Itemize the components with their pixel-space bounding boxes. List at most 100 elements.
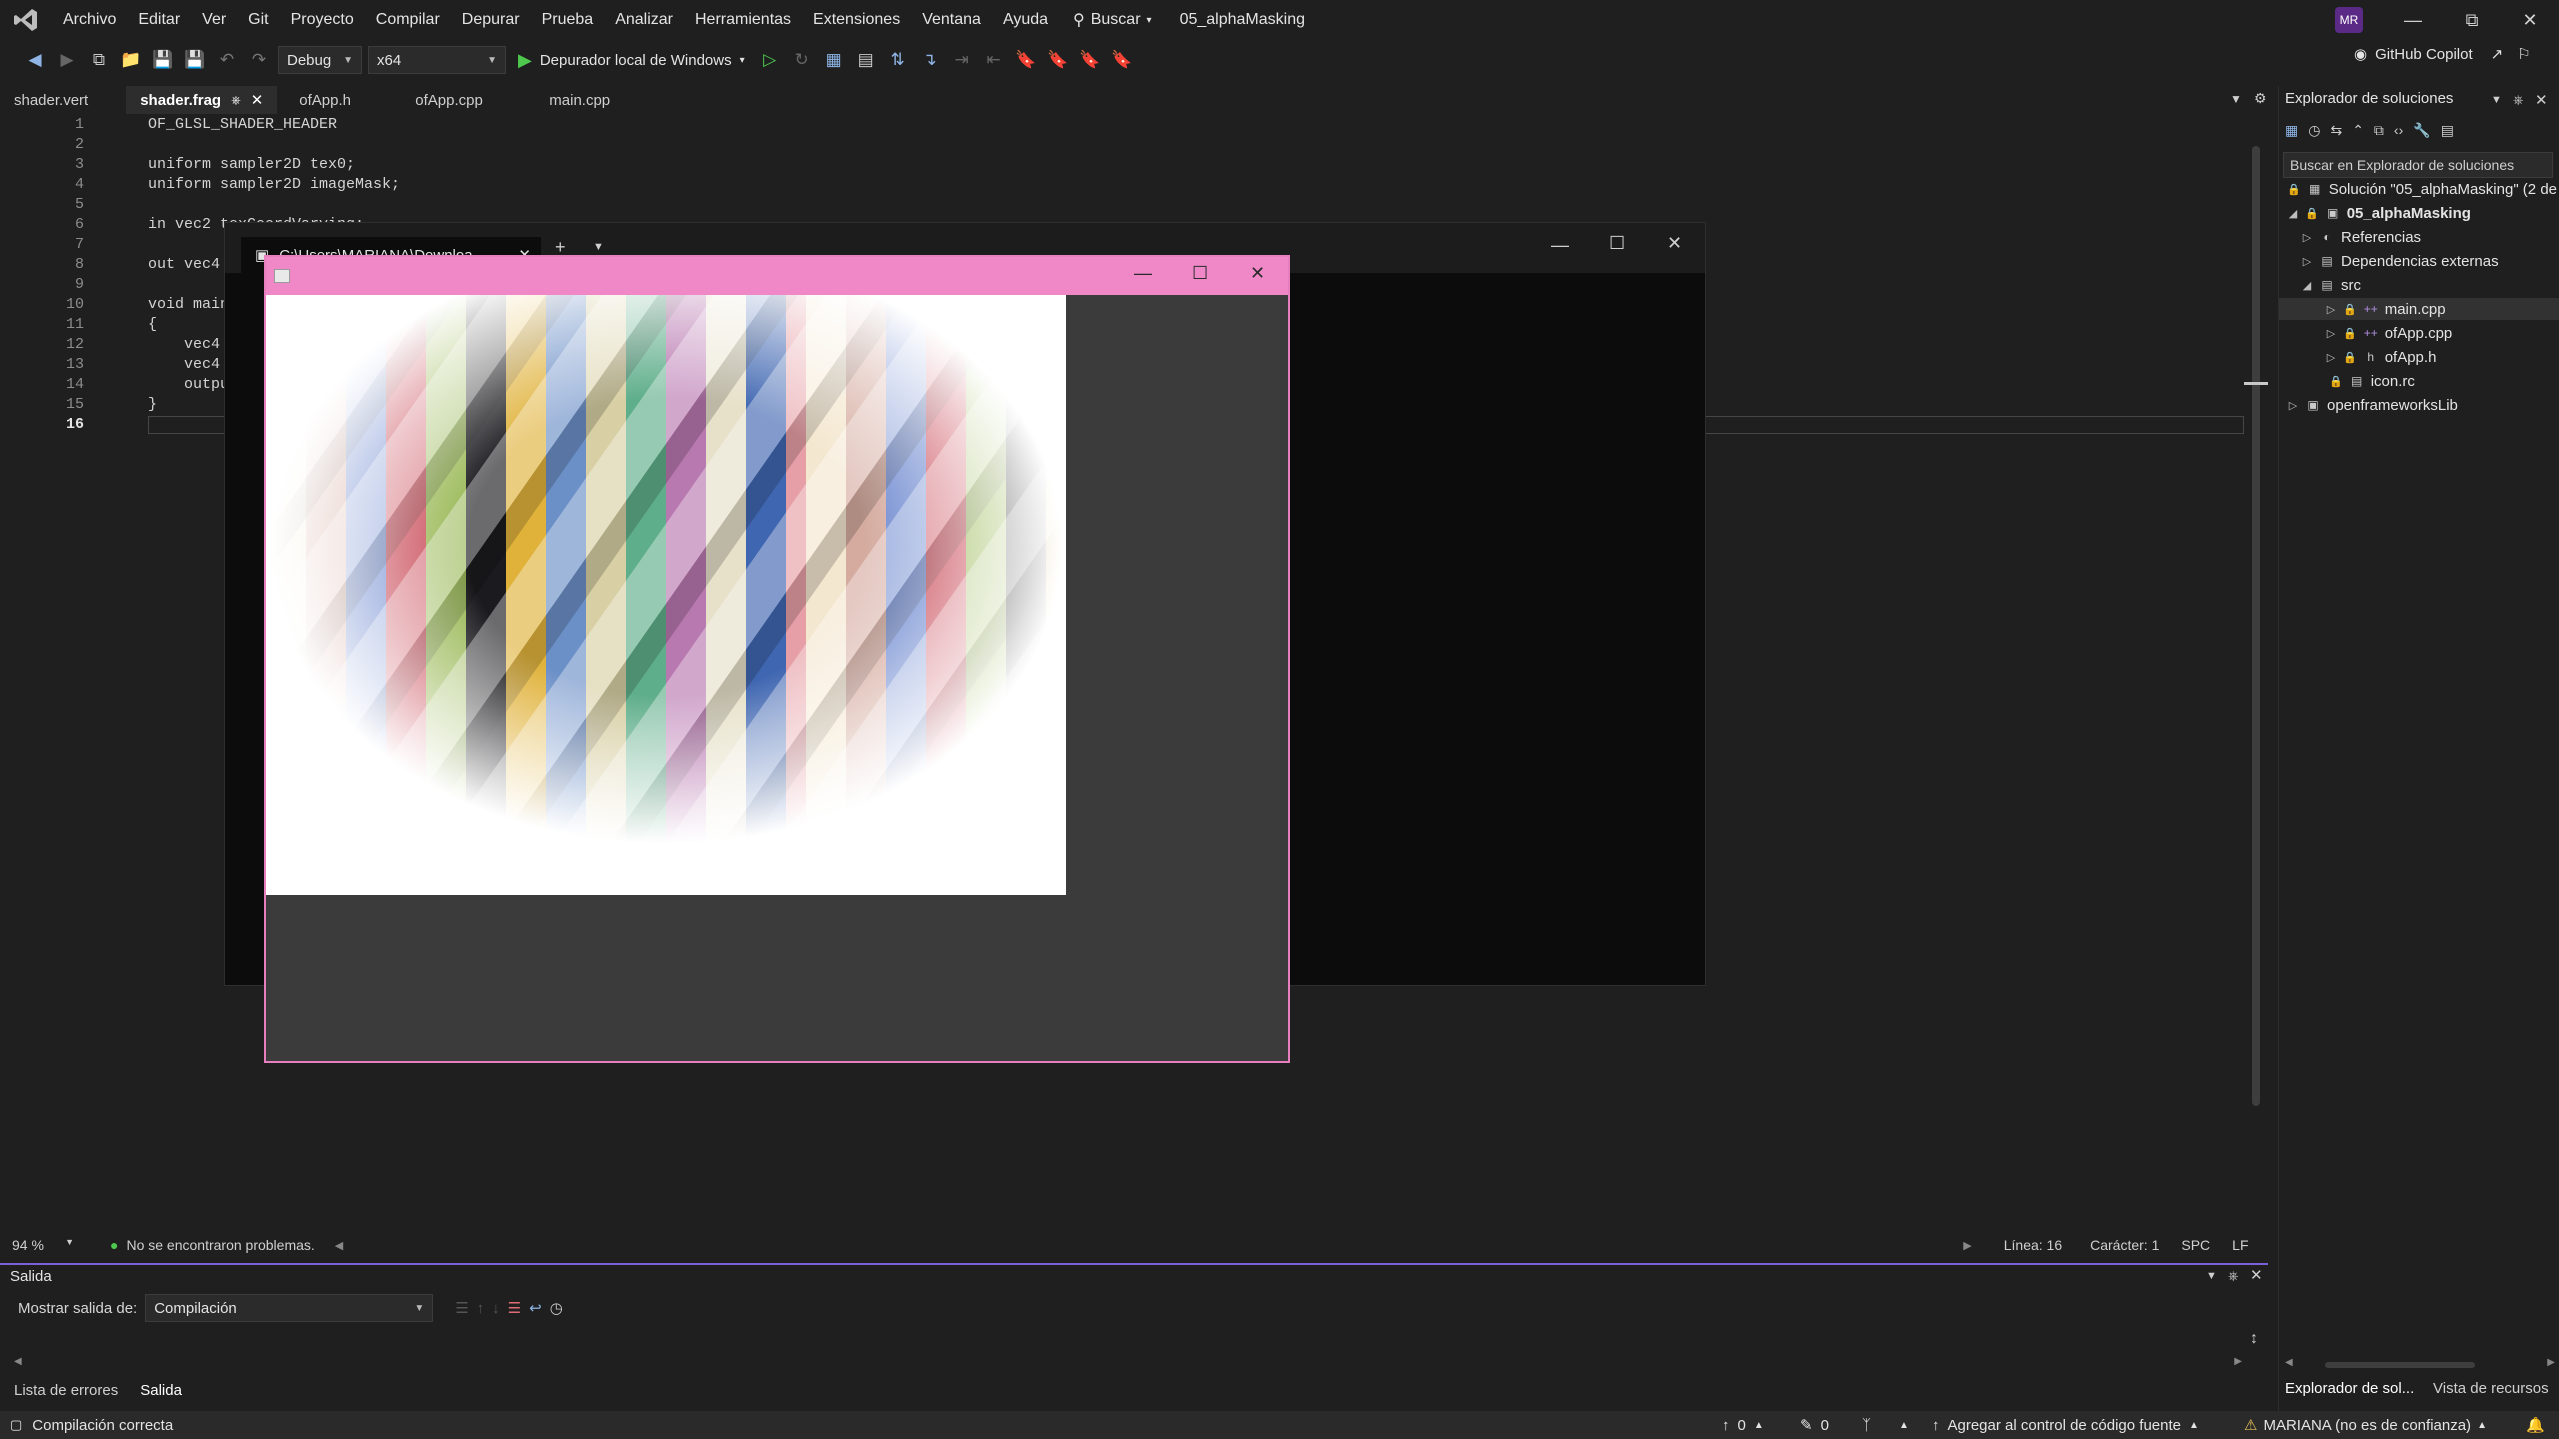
settings-icon[interactable]: ⚙ bbox=[2254, 90, 2267, 107]
editor-vertical-scrollbar[interactable] bbox=[2244, 116, 2268, 1231]
open-folder-icon[interactable]: 📁 bbox=[118, 47, 144, 73]
minimize-button[interactable]: — bbox=[1551, 235, 1569, 256]
menu-herramientas[interactable]: Herramientas bbox=[684, 11, 802, 29]
save-all-icon[interactable]: 💾 bbox=[182, 47, 208, 73]
tree-item-external-deps[interactable]: ▷ ▤ Dependencias externas bbox=[2301, 250, 2499, 272]
chevron-down-icon[interactable]: ▼ bbox=[2491, 94, 2502, 106]
tab-overflow-icon[interactable]: ▼ bbox=[2230, 92, 2242, 106]
redo-icon[interactable]: ↷ bbox=[246, 47, 272, 73]
close-icon[interactable]: ✕ bbox=[251, 91, 264, 109]
scroll-right-icon[interactable]: ▶ bbox=[2547, 1357, 2555, 1368]
scroll-right-icon[interactable]: ▶ bbox=[2234, 1356, 2242, 1367]
maximize-button[interactable]: ☐ bbox=[1609, 233, 1625, 254]
close-icon[interactable]: ✕ bbox=[2250, 1266, 2263, 1284]
scrollbar-thumb[interactable] bbox=[2252, 146, 2260, 1106]
solution-search-input[interactable]: Buscar en Explorador de soluciones bbox=[2283, 152, 2553, 178]
zoom-select[interactable]: 94 % ▼ bbox=[0, 1237, 80, 1253]
bookmark-prev-icon[interactable]: 🔖 bbox=[1045, 47, 1071, 73]
restore-button[interactable]: ⧉ bbox=[2443, 0, 2501, 40]
expanded-icon[interactable]: ◢ bbox=[2301, 279, 2313, 292]
collapsed-icon[interactable]: ▷ bbox=[2287, 399, 2299, 412]
split-icon[interactable]: ↕ bbox=[2250, 1330, 2258, 1348]
minimize-button[interactable]: — bbox=[1134, 263, 1152, 284]
tab-resource-view[interactable]: Vista de recursos bbox=[2433, 1380, 2549, 1397]
tab-shader-vert[interactable]: shader.vert bbox=[0, 86, 102, 114]
collapse-all-icon[interactable]: ⌃ bbox=[2352, 122, 2364, 139]
indent-icon[interactable]: ⇥ bbox=[949, 47, 975, 73]
menu-proyecto[interactable]: Proyecto bbox=[280, 11, 365, 29]
feedback-icon[interactable]: ⚐ bbox=[2517, 45, 2530, 63]
solution-explorer-hscrollbar[interactable]: ◀ ▶ bbox=[2285, 1357, 2555, 1370]
solution-icon[interactable]: ▦ bbox=[821, 47, 847, 73]
clock-icon[interactable]: ◷ bbox=[550, 1299, 563, 1317]
notifications-icon[interactable]: 🔔 bbox=[2526, 1416, 2545, 1434]
github-copilot-button[interactable]: ◉ GitHub Copilot ↗ ⚐ bbox=[2354, 45, 2531, 64]
branch-indicator[interactable]: ᛉ ▲ bbox=[1862, 1417, 1909, 1434]
tab-shader-frag[interactable]: shader.frag ⎈ ✕ bbox=[126, 86, 278, 114]
of-app-titlebar[interactable]: — ☐ ✕ bbox=[266, 257, 1288, 295]
tree-item-solution[interactable]: 🔒 ▦ Solución "05_alphaMasking" (2 de bbox=[2287, 178, 2557, 200]
menu-prueba[interactable]: Prueba bbox=[531, 11, 605, 29]
tab-error-list[interactable]: Lista de errores bbox=[0, 1382, 126, 1399]
show-all-files-icon[interactable]: ⧉ bbox=[2374, 122, 2384, 139]
bookmark-clear-icon[interactable]: 🔖 bbox=[1109, 47, 1135, 73]
outdent-icon[interactable]: ⇤ bbox=[981, 47, 1007, 73]
collapsed-icon[interactable]: ▷ bbox=[2301, 231, 2313, 244]
visual-studio-logo-icon[interactable] bbox=[0, 7, 52, 33]
tree-item-openframeworks-lib[interactable]: ▷ ▣ openframeworksLib bbox=[2287, 394, 2458, 416]
pending-changes-icon[interactable]: ◷ bbox=[2308, 122, 2320, 139]
find-icon[interactable]: ☰ bbox=[455, 1299, 468, 1317]
close-icon[interactable]: ✕ bbox=[2535, 91, 2548, 109]
menu-ventana[interactable]: Ventana bbox=[911, 11, 992, 29]
close-button[interactable]: ✕ bbox=[2501, 0, 2559, 40]
tree-item-ofapp-cpp[interactable]: ▷ 🔒 ++ ofApp.cpp bbox=[2325, 322, 2453, 344]
pin-icon[interactable]: ⎈ bbox=[2228, 1268, 2238, 1284]
scroll-left-icon[interactable]: ◀ bbox=[335, 1239, 343, 1252]
avatar[interactable]: MR bbox=[2335, 7, 2363, 33]
clear-all-icon[interactable]: ☰ bbox=[508, 1299, 521, 1317]
tree-item-main-cpp[interactable]: ▷ 🔒 ++ main.cpp bbox=[2279, 298, 2559, 320]
bookmark-next-icon[interactable]: 🔖 bbox=[1077, 47, 1103, 73]
platform-select[interactable]: x64 ▼ bbox=[368, 46, 506, 74]
tree-item-project[interactable]: ◢ 🔒 ▣ 05_alphaMasking bbox=[2287, 202, 2471, 224]
chevron-down-icon[interactable]: ▼ bbox=[2206, 1270, 2217, 1282]
tab-ofapp-cpp[interactable]: ofApp.cpp bbox=[401, 86, 535, 114]
close-button[interactable]: ✕ bbox=[1667, 233, 1682, 254]
menu-git[interactable]: Git bbox=[237, 11, 279, 29]
tab-output[interactable]: Salida bbox=[132, 1382, 190, 1399]
new-item-icon[interactable]: ⧉ bbox=[86, 47, 112, 73]
edits-indicator[interactable]: ✎ 0 bbox=[1800, 1416, 1829, 1435]
menu-compilar[interactable]: Compilar bbox=[365, 11, 451, 29]
step-icon[interactable]: ↴ bbox=[917, 47, 943, 73]
hot-reload-icon[interactable]: ↻ bbox=[789, 47, 815, 73]
menu-analizar[interactable]: Analizar bbox=[604, 11, 684, 29]
layout-icon[interactable]: ▤ bbox=[853, 47, 879, 73]
start-debugging-button[interactable]: ▶ Depurador local de Windows ▾ bbox=[512, 50, 751, 71]
scroll-right-icon[interactable]: ▶ bbox=[1963, 1239, 1971, 1252]
pin-icon[interactable]: ⎈ bbox=[231, 93, 241, 108]
char-indicator[interactable]: Carácter: 1 bbox=[2090, 1237, 2159, 1253]
close-button[interactable]: ✕ bbox=[1250, 263, 1265, 284]
forward-icon[interactable]: ▶ bbox=[54, 47, 80, 73]
compare-icon[interactable]: ⇅ bbox=[885, 47, 911, 73]
prev-message-icon[interactable]: ↑ bbox=[477, 1300, 485, 1317]
word-wrap-icon[interactable]: ↩ bbox=[529, 1299, 542, 1317]
output-horizontal-scrollbar[interactable]: ◀ ▶ bbox=[12, 1356, 2242, 1368]
collapsed-icon[interactable]: ▷ bbox=[2325, 327, 2337, 340]
code-view-icon[interactable]: ‹› bbox=[2394, 122, 2403, 139]
tab-main-cpp[interactable]: main.cpp bbox=[535, 86, 624, 114]
add-to-source-control-button[interactable]: ↑ Agregar al control de código fuente ▲ bbox=[1932, 1417, 2199, 1434]
sync-icon[interactable]: ⇆ bbox=[2330, 122, 2342, 139]
properties-icon[interactable]: 🔧 bbox=[2413, 122, 2430, 139]
scrollbar-thumb[interactable] bbox=[2325, 1362, 2475, 1368]
whitespace-indicator[interactable]: SPC bbox=[2181, 1237, 2210, 1253]
switch-views-icon[interactable]: ▦ bbox=[2285, 122, 2298, 139]
save-icon[interactable]: 💾 bbox=[150, 47, 176, 73]
configuration-select[interactable]: Debug ▼ bbox=[278, 46, 362, 74]
scroll-left-icon[interactable]: ◀ bbox=[14, 1356, 22, 1367]
tree-item-references[interactable]: ▷ ◐ Referencias bbox=[2301, 226, 2421, 248]
undo-icon[interactable]: ↶ bbox=[214, 47, 240, 73]
next-message-icon[interactable]: ↓ bbox=[492, 1300, 500, 1317]
expanded-icon[interactable]: ◢ bbox=[2287, 207, 2299, 220]
chevron-down-icon[interactable]: ▼ bbox=[593, 241, 604, 253]
